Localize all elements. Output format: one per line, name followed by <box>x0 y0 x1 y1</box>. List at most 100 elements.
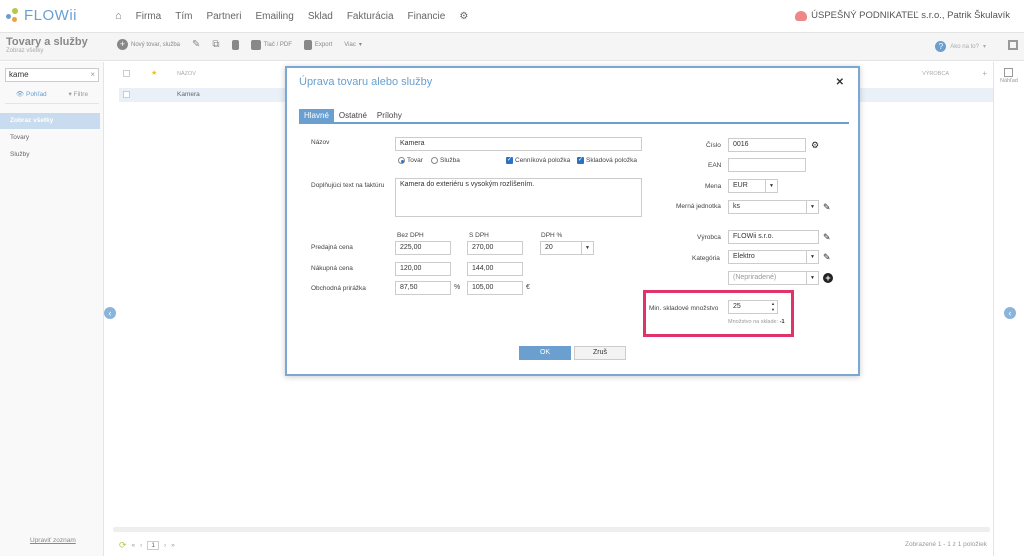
star-icon[interactable]: ★ <box>151 69 157 77</box>
sale-price-gross-input[interactable]: 270,00 <box>467 241 523 255</box>
purchase-price-gross-input[interactable]: 144,00 <box>467 262 523 276</box>
home-icon[interactable]: ⌂ <box>115 10 122 22</box>
new-item-button[interactable]: + Nový tovar, služba <box>117 39 180 50</box>
ean-input[interactable] <box>728 158 806 172</box>
currency-select[interactable]: EUR ▼ <box>728 179 778 193</box>
check-icon: ✓ <box>577 157 584 164</box>
logo[interactable]: FLOWii <box>6 7 77 24</box>
caret-down-icon: ▼ <box>581 242 593 254</box>
label-ean: EAN <box>708 162 722 169</box>
number-input[interactable]: 0016 <box>728 138 806 152</box>
prev-page-icon[interactable]: ‹ <box>140 542 142 549</box>
add-column-icon[interactable]: + <box>982 69 987 78</box>
subcategory-select[interactable]: (Nepriradené) ▼ <box>728 271 819 285</box>
search-input[interactable]: kame × <box>5 68 99 82</box>
checkbox-skladova[interactable]: ✓ Skladová položka <box>577 157 637 164</box>
markup-pct-input[interactable]: 87,50 <box>395 281 451 295</box>
nav-financie[interactable]: Financie <box>408 11 446 22</box>
horizontal-scrollbar[interactable] <box>113 527 990 532</box>
pencil-icon[interactable]: ✎ <box>823 232 833 242</box>
edit-list-link[interactable]: Upraviť zoznam <box>30 537 76 544</box>
tab-view[interactable]: 👁 Pohľad <box>16 90 47 98</box>
page-number[interactable]: 1 <box>147 541 159 550</box>
label-prirazka: Obchodná prirážka <box>311 285 366 292</box>
nav-tim[interactable]: Tím <box>175 11 192 22</box>
more-button[interactable]: Viac ▾ <box>344 41 362 49</box>
invoice-text-area[interactable]: Kamera do exteriéru s vysokým rozlíšením… <box>395 178 642 217</box>
min-stock-input[interactable]: 25 ▲ ▼ <box>728 300 778 314</box>
tab-filter[interactable]: ▾ Filtre <box>69 90 89 98</box>
last-page-icon[interactable]: » <box>171 542 175 549</box>
nav-fakturacia[interactable]: Fakturácia <box>347 11 394 22</box>
sidebar: kame × 👁 Pohľad ▾ Filtre Zobraz všetky T… <box>0 62 104 556</box>
copy-button[interactable]: ⧉ <box>212 39 219 50</box>
pencil-icon[interactable]: ✎ <box>823 202 833 212</box>
check-icon: ✓ <box>506 157 513 164</box>
stepper-icon[interactable]: ▲ ▼ <box>769 301 777 313</box>
col-header-name[interactable]: NÁZOV <box>177 71 196 77</box>
vat-select[interactable]: 20 ▼ <box>540 241 594 255</box>
label-dph-pct: DPH % <box>541 232 563 239</box>
nav-emailing[interactable]: Emailing <box>255 11 293 22</box>
delete-button[interactable] <box>231 39 239 50</box>
edit-button[interactable]: ✎ <box>192 39 200 50</box>
logo-text: FLOWii <box>24 7 77 24</box>
label-cislo: Číslo <box>706 142 721 149</box>
cancel-button[interactable]: Zruš <box>574 346 626 360</box>
next-page-icon[interactable]: › <box>164 542 166 549</box>
fullscreen-icon[interactable] <box>1008 40 1018 50</box>
dialog-tabs: Hlavné Ostatné Prílohy <box>299 109 849 124</box>
nav-firma[interactable]: Firma <box>136 11 162 22</box>
collapse-right-icon[interactable]: ‹ <box>1004 307 1016 319</box>
sidebar-item-tovary[interactable]: Tovary <box>0 130 100 146</box>
label-min-sklad: Min. skladové množstvo <box>649 305 719 312</box>
sale-price-net-input[interactable]: 225,00 <box>395 241 451 255</box>
checkbox-cennikova[interactable]: ✓ Cenníková položka <box>506 157 570 164</box>
print-button[interactable]: Tlač / PDF <box>250 39 292 50</box>
preview-icon[interactable] <box>1004 68 1013 77</box>
add-category-icon[interactable]: + <box>823 273 833 283</box>
clear-search-icon[interactable]: × <box>90 69 95 81</box>
pager: ⟳ « ‹ 1 › » <box>119 540 175 551</box>
top-nav: FLOWii ⌂ Firma Tím Partneri Emailing Skl… <box>0 0 1024 33</box>
tab-ostatne[interactable]: Ostatné <box>334 109 372 122</box>
gear-icon[interactable]: ⚙ <box>811 140 819 151</box>
settings-gear-icon[interactable]: ⚙ <box>459 11 468 22</box>
help-link[interactable]: ? Ako na to? ▾ <box>935 41 986 52</box>
sub-header: Tovary a služby Zobraz všetky + Nový tova… <box>0 33 1024 61</box>
label-s-dph: S DPH <box>469 232 489 239</box>
name-input[interactable]: Kamera <box>395 137 642 151</box>
stock-note: Množstvo na sklade: -1 <box>728 319 785 325</box>
radio-tovar[interactable]: Tovar <box>398 157 423 164</box>
toolbar: + Nový tovar, služba ✎ ⧉ Tlač / PDF Expor… <box>117 39 362 50</box>
sidebar-item-all[interactable]: Zobraz všetky <box>0 113 100 129</box>
label-nakupna: Nákupná cena <box>311 265 353 272</box>
page-subtitle: Zobraz všetky <box>6 48 44 54</box>
row-checkbox[interactable] <box>123 91 130 98</box>
manufacturer-input[interactable]: FLOWii s.r.o. <box>728 230 819 244</box>
tab-hlavne[interactable]: Hlavné <box>299 109 334 122</box>
list-footer: ⟳ « ‹ 1 › » Zobrazené 1 - 1 z 1 položiek <box>113 538 993 556</box>
sidebar-item-sluzby[interactable]: Služby <box>0 147 100 163</box>
tab-prilohy[interactable]: Prílohy <box>372 109 407 122</box>
sidebar-list: Zobraz všetky Tovary Služby <box>0 113 100 164</box>
caret-down-icon: ▾ <box>358 42 362 48</box>
close-icon[interactable]: ✕ <box>836 77 844 88</box>
markup-eur-input[interactable]: 105,00 <box>467 281 523 295</box>
refresh-icon[interactable]: ⟳ <box>119 540 127 551</box>
first-page-icon[interactable]: « <box>132 542 136 549</box>
nav-partneri[interactable]: Partneri <box>206 11 241 22</box>
unit-select[interactable]: ks ▼ <box>728 200 819 214</box>
purchase-price-net-input[interactable]: 120,00 <box>395 262 451 276</box>
company-user[interactable]: ÚSPEŠNÝ PODNIKATEĽ s.r.o., Patrik Škulav… <box>795 10 1010 21</box>
nav-sklad[interactable]: Sklad <box>308 11 333 22</box>
category-select[interactable]: Elektro ▼ <box>728 250 819 264</box>
export-button[interactable]: Export <box>303 39 332 50</box>
select-all-checkbox[interactable] <box>123 70 130 77</box>
unit-euro: € <box>526 284 530 291</box>
pencil-icon[interactable]: ✎ <box>823 252 833 262</box>
col-header-vyrobca[interactable]: VÝROBCA <box>922 71 949 77</box>
company-name: ÚSPEŠNÝ PODNIKATEĽ s.r.o., Patrik Škulav… <box>811 10 1010 21</box>
radio-sluzba[interactable]: Služba <box>431 157 460 164</box>
ok-button[interactable]: OK <box>519 346 571 360</box>
